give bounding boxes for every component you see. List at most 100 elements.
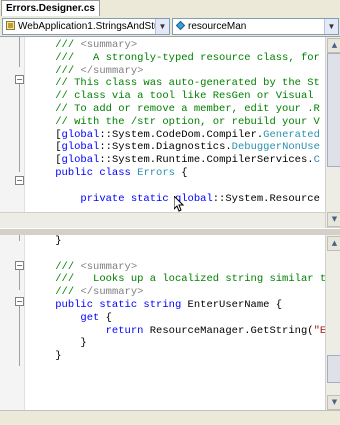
scrollbar-thumb[interactable] <box>327 355 340 383</box>
code-token: Generated <box>263 128 320 141</box>
collapse-icon[interactable]: − <box>15 176 24 185</box>
code-token: public class <box>55 167 138 179</box>
outline-line <box>19 270 20 290</box>
vertical-scrollbar-top[interactable]: ▲ ▼ <box>325 37 340 227</box>
code-token: { <box>174 167 188 179</box>
scroll-down-icon[interactable]: ▼ <box>327 395 340 410</box>
outline-line <box>19 306 20 366</box>
collapse-icon[interactable]: − <box>15 75 24 84</box>
mouse-pointer-icon <box>173 194 185 212</box>
code-line: /// </summary> <box>30 286 143 298</box>
code-token: /// Looks up a localized string similar … <box>55 273 325 286</box>
code-token: // To add or remove a member, edit your … <box>55 103 320 115</box>
code-token: C <box>313 154 320 167</box>
scroll-down-icon[interactable]: ▼ <box>327 212 340 227</box>
editor-margin <box>0 37 25 212</box>
code-line: /// A strongly-typed resource class, for <box>30 52 320 64</box>
code-line: [global::System.CodeDom.Compiler.Generat… <box>30 129 320 141</box>
code-line: } <box>30 337 87 350</box>
code-line: /// <summary> <box>30 261 137 273</box>
code-line: // with the /str option, or rebuild your… <box>30 116 320 128</box>
code-token: } <box>55 235 62 247</box>
status-strip <box>0 410 340 425</box>
code-token: Errors <box>137 167 175 179</box>
code-token: "Ente <box>313 324 325 337</box>
code-token: } <box>55 350 62 363</box>
code-editor-bottom-pane[interactable]: − − } /// <summary> /// Looks up a local… <box>0 235 325 410</box>
code-token: // class via a tool like ResGen or Visua… <box>55 90 320 103</box>
code-token: <summary> <box>80 260 138 273</box>
code-line: public static string EnterUserName { <box>30 299 282 311</box>
code-token: return <box>105 324 150 337</box>
code-token: public static string <box>55 299 188 311</box>
collapse-icon[interactable]: − <box>15 297 24 306</box>
code-token: /// <box>55 286 81 299</box>
namespace-class-icon <box>6 20 15 30</box>
code-token: ::System.Diagnostics. <box>99 141 232 154</box>
code-token: get <box>80 311 100 324</box>
horizontal-scrollbar[interactable] <box>0 212 325 228</box>
code-line: public class Errors { <box>30 167 188 179</box>
code-line: /// <summary> <box>30 39 137 51</box>
code-token: ResourceManager.GetString( <box>149 324 314 337</box>
collapse-icon[interactable]: − <box>15 261 24 270</box>
outline-line <box>19 84 20 172</box>
code-token: } <box>80 337 87 350</box>
navigation-bar: WebApplication1.StringsAndStuff.E ▼ reso… <box>0 16 340 37</box>
class-dropdown[interactable]: WebApplication1.StringsAndStuff.E ▼ <box>2 18 170 35</box>
code-token: global <box>61 154 100 167</box>
code-line: } <box>30 350 62 363</box>
code-token: // with the /str option, or rebuild your… <box>55 115 320 128</box>
code-line: return ResourceManager.GetString("Ente <box>30 325 325 337</box>
outline-line <box>19 37 20 67</box>
code-token: ::System.Runtime.CompilerServices. <box>99 154 314 167</box>
code-token: global <box>61 141 100 154</box>
outline-line <box>19 235 20 241</box>
member-dropdown[interactable]: resourceMan ▼ <box>172 18 339 35</box>
class-dropdown-value: WebApplication1.StringsAndStuff.E <box>18 21 170 32</box>
code-token: private static <box>80 192 175 205</box>
chevron-down-icon[interactable]: ▼ <box>324 19 338 34</box>
code-token: EnterUserName { <box>187 299 283 311</box>
code-token: <summary> <box>80 39 138 51</box>
code-line: get { <box>30 312 112 324</box>
code-line: // To add or remove a member, edit your … <box>30 103 320 115</box>
scroll-up-icon[interactable]: ▲ <box>327 236 340 251</box>
code-line: /// Looks up a localized string similar … <box>30 273 325 285</box>
scroll-up-icon[interactable]: ▲ <box>327 38 340 53</box>
code-line: [global::System.Diagnostics.DebuggerNonU… <box>30 141 320 153</box>
document-tab-strip: Errors.Designer.cs <box>0 0 340 17</box>
vertical-scrollbar-bottom[interactable]: ▲ ▼ <box>325 235 340 410</box>
tab-errors-designer[interactable]: Errors.Designer.cs <box>1 0 100 16</box>
code-token: /// <box>55 64 81 77</box>
code-token: // This class was auto-generated by the … <box>55 77 320 90</box>
code-token: ::System.Resource <box>212 192 320 205</box>
code-editor-top-pane[interactable]: − − /// <summary> /// A strongly-typed r… <box>0 37 325 212</box>
code-token: global <box>61 128 100 141</box>
chevron-down-icon[interactable]: ▼ <box>155 19 169 34</box>
field-icon <box>175 20 186 31</box>
scrollbar-thumb[interactable] <box>327 53 340 167</box>
code-token: </summary> <box>80 64 144 77</box>
member-dropdown-value: resourceMan <box>188 21 247 32</box>
